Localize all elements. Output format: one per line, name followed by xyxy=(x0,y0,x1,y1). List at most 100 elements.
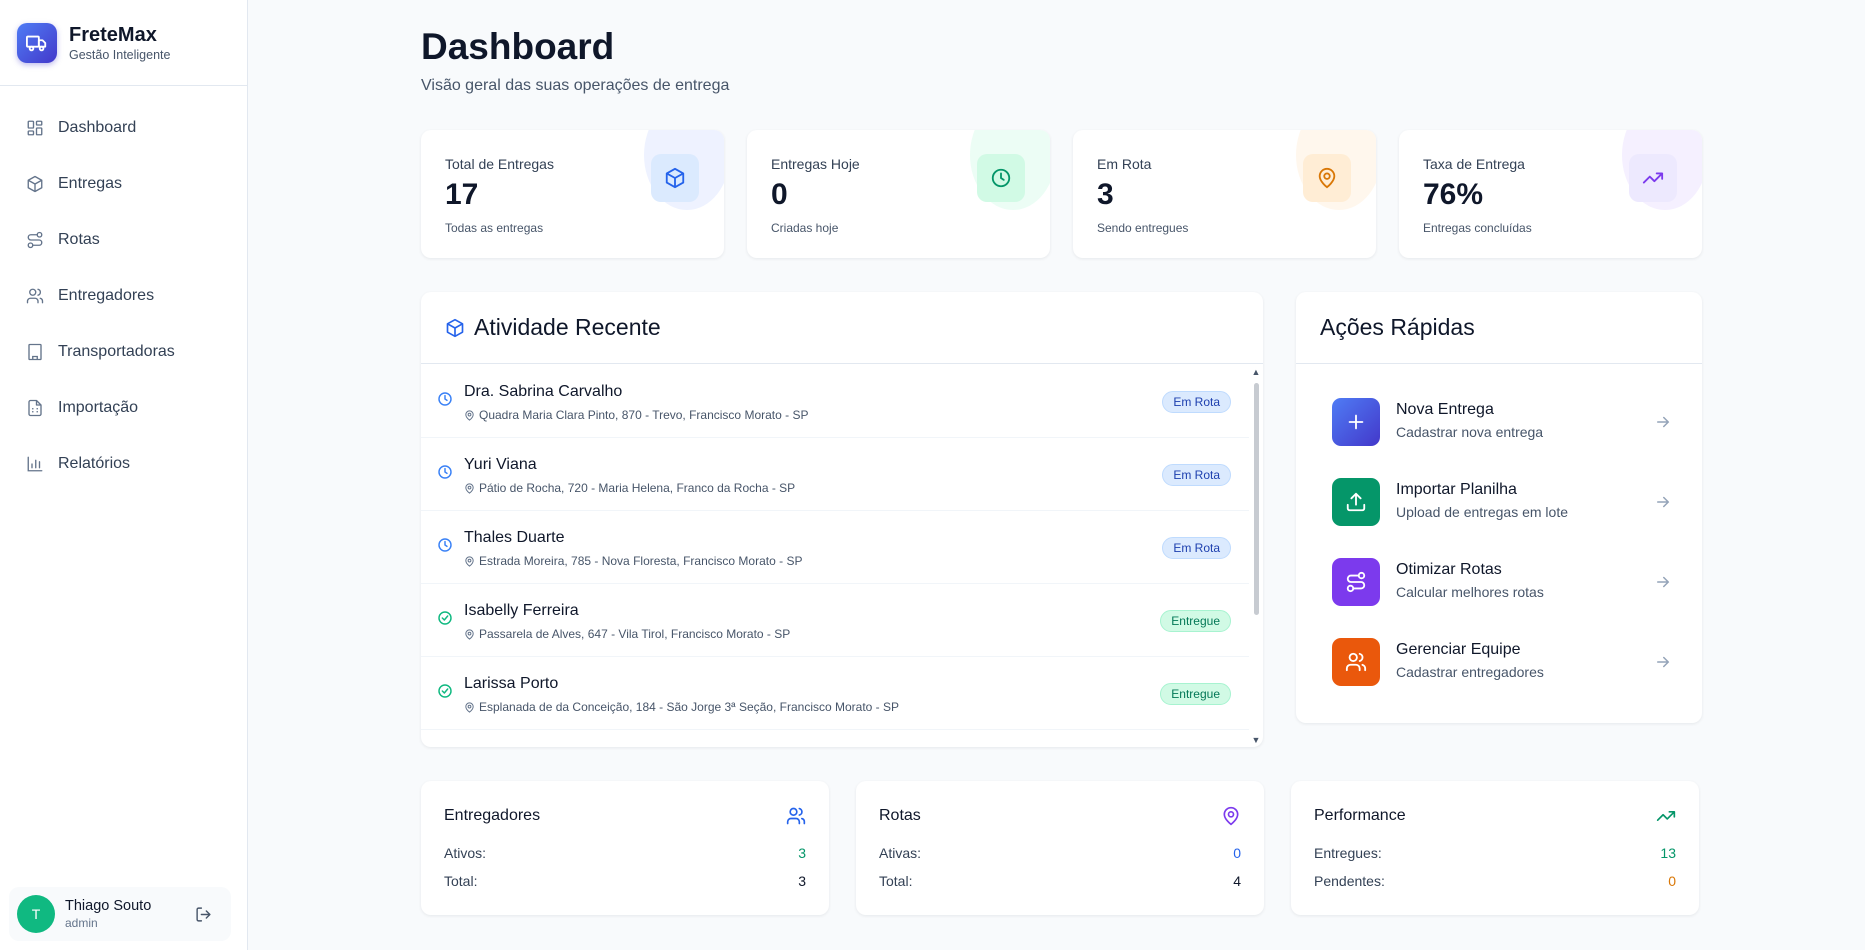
sidebar-item-dashboard[interactable]: Dashboard xyxy=(0,100,247,156)
trending-up-icon xyxy=(1629,154,1677,202)
summary-label: Ativas: xyxy=(879,845,922,861)
summary-label: Ativos: xyxy=(444,845,487,861)
arrow-right-icon xyxy=(1654,573,1672,591)
quick-actions-panel: Ações Rápidas Nova Entrega Cadastrar nov… xyxy=(1296,292,1702,723)
list-item[interactable]: Thales Duarte Estrada Moreira, 785 - Nov… xyxy=(421,511,1249,584)
stat-value: 76% xyxy=(1423,178,1484,211)
stat-desc: Entregas concluídas xyxy=(1423,221,1532,235)
activity-name: Thales Duarte xyxy=(464,529,565,546)
stat-card-total-entregas: Total de Entregas 17 Todas as entregas xyxy=(421,130,724,258)
stat-desc: Sendo entregues xyxy=(1097,221,1189,235)
summary-label: Total: xyxy=(879,873,913,889)
arrow-right-icon xyxy=(1654,493,1672,511)
quick-action-subtitle: Upload de entregas em lote xyxy=(1396,504,1568,520)
list-item[interactable]: Larissa Porto Esplanada de da Conceição,… xyxy=(421,657,1249,730)
status-badge: Entregue xyxy=(1160,610,1231,632)
users-icon xyxy=(786,806,806,826)
quick-action-nova-entrega[interactable]: Nova Entrega Cadastrar nova entrega xyxy=(1332,396,1672,448)
summary-title: Entregadores xyxy=(444,807,541,824)
brand-name: FreteMax xyxy=(69,23,157,46)
quick-actions-title: Ações Rápidas xyxy=(1320,314,1475,340)
bar-chart-icon xyxy=(26,455,44,473)
map-pin-icon xyxy=(1221,806,1241,826)
summary-value: 0 xyxy=(1233,845,1241,861)
sidebar-item-label: Relatórios xyxy=(58,455,131,472)
scroll-up-icon[interactable]: ▲ xyxy=(1251,367,1261,377)
trending-up-icon xyxy=(1656,806,1676,826)
sidebar-item-label: Transportadoras xyxy=(58,343,175,360)
recent-activity-panel: Atividade Recente Dra. Sabrina Carvalho … xyxy=(421,292,1263,747)
sidebar-nav: Dashboard Entregas Rotas Entregadores Tr… xyxy=(0,86,247,492)
users-icon xyxy=(26,287,44,305)
sidebar-item-importacao[interactable]: Importação xyxy=(0,380,247,436)
activity-name: Isabelly Ferreira xyxy=(464,602,579,619)
stat-card-em-rota: Em Rota 3 Sendo entregues xyxy=(1073,130,1376,258)
stat-desc: Todas as entregas xyxy=(445,221,544,235)
activity-address: Pátio de Rocha, 720 - Maria Helena, Fran… xyxy=(479,481,796,495)
summary-card-entregadores: Entregadores Ativos: 3 Total: 3 xyxy=(421,781,829,915)
activity-name: Dra. Sabrina Carvalho xyxy=(464,383,623,400)
sidebar-item-entregas[interactable]: Entregas xyxy=(0,156,247,212)
summary-value: 3 xyxy=(798,873,806,889)
package-icon xyxy=(445,318,465,338)
route-icon xyxy=(1332,558,1380,606)
sidebar: FreteMax Gestão Inteligente Dashboard En… xyxy=(0,0,248,950)
sidebar-item-transportadoras[interactable]: Transportadoras xyxy=(0,324,247,380)
sidebar-item-entregadores[interactable]: Entregadores xyxy=(0,268,247,324)
stat-card-taxa-entrega: Taxa de Entrega 76% Entregas concluídas xyxy=(1399,130,1702,258)
package-icon xyxy=(26,175,44,193)
quick-action-title: Nova Entrega xyxy=(1396,401,1494,418)
sidebar-item-label: Dashboard xyxy=(58,119,137,136)
summary-value: 3 xyxy=(798,845,806,861)
user-card: T Thiago Souto admin xyxy=(9,887,231,941)
arrow-right-icon xyxy=(1654,653,1672,671)
user-role: admin xyxy=(65,916,98,930)
stat-card-entregas-hoje: Entregas Hoje 0 Criadas hoje xyxy=(747,130,1050,258)
list-item[interactable]: Dra. Sabrina Carvalho Quadra Maria Clara… xyxy=(421,365,1249,438)
sidebar-item-rotas[interactable]: Rotas xyxy=(0,212,247,268)
sidebar-item-label: Importação xyxy=(58,399,139,416)
summary-value: 4 xyxy=(1233,873,1241,889)
scroll-thumb[interactable] xyxy=(1254,383,1259,615)
sidebar-item-relatorios[interactable]: Relatórios xyxy=(0,436,247,492)
map-pin-icon xyxy=(465,628,474,640)
building-icon xyxy=(26,343,44,361)
quick-action-importar-planilha[interactable]: Importar Planilha Upload de entregas em … xyxy=(1332,476,1672,528)
summary-label: Entregues: xyxy=(1314,845,1382,861)
stat-value: 3 xyxy=(1097,178,1114,211)
list-item[interactable]: Isabelly Ferreira Passarela de Alves, 64… xyxy=(421,584,1249,657)
activity-scrollbar[interactable]: ▲ ▼ xyxy=(1251,365,1261,747)
quick-action-subtitle: Calcular melhores rotas xyxy=(1396,584,1544,600)
summary-label: Total: xyxy=(444,873,478,889)
status-badge: Em Rota xyxy=(1162,537,1231,559)
map-pin-icon xyxy=(465,701,474,713)
check-circle-icon xyxy=(437,610,453,626)
chevron-down-icon[interactable]: ▼ xyxy=(1251,735,1261,745)
sidebar-item-label: Entregadores xyxy=(58,287,155,304)
stat-label: Total de Entregas xyxy=(445,156,554,172)
stat-desc: Criadas hoje xyxy=(771,221,839,235)
activity-address: Passarela de Alves, 647 - Vila Tirol, Fr… xyxy=(479,627,791,641)
stat-value: 0 xyxy=(771,178,788,211)
plus-icon xyxy=(1332,398,1380,446)
activity-name: Larissa Porto xyxy=(464,675,559,692)
activity-name: Yuri Viana xyxy=(464,456,537,473)
recent-activity-title: Atividade Recente xyxy=(474,314,661,340)
logout-icon[interactable] xyxy=(193,904,213,924)
list-item[interactable]: Yuri Viana Pátio de Rocha, 720 - Maria H… xyxy=(421,438,1249,511)
quick-action-title: Importar Planilha xyxy=(1396,481,1517,498)
summary-value: 13 xyxy=(1660,845,1676,861)
brand-subtitle: Gestão Inteligente xyxy=(69,47,171,62)
user-name: Thiago Souto xyxy=(65,898,152,914)
quick-action-gerenciar-equipe[interactable]: Gerenciar Equipe Cadastrar entregadores xyxy=(1332,636,1672,688)
file-spreadsheet-icon xyxy=(26,399,44,417)
activity-list: Dra. Sabrina Carvalho Quadra Maria Clara… xyxy=(421,365,1249,747)
avatar: T xyxy=(17,895,55,933)
map-pin-icon xyxy=(465,555,474,567)
stat-label: Em Rota xyxy=(1097,156,1152,172)
clock-icon xyxy=(437,464,453,480)
clock-icon xyxy=(977,154,1025,202)
package-icon xyxy=(651,154,699,202)
quick-action-otimizar-rotas[interactable]: Otimizar Rotas Calcular melhores rotas xyxy=(1332,556,1672,608)
status-badge: Em Rota xyxy=(1162,464,1231,486)
